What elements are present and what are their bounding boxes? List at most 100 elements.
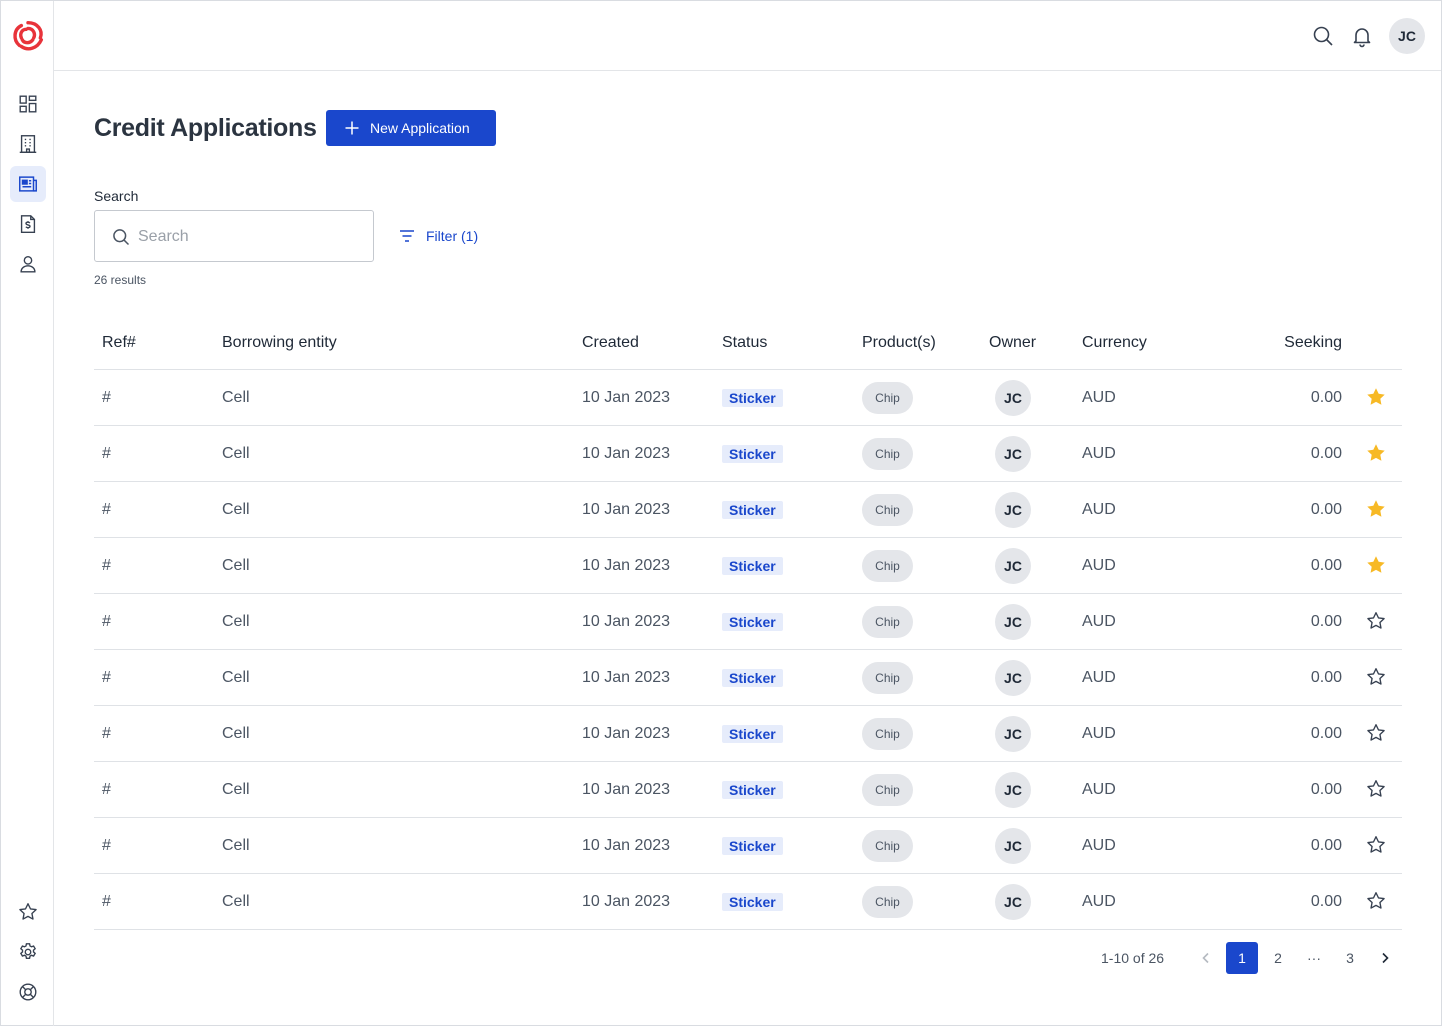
entity-cell: Cell xyxy=(222,557,250,574)
search-field[interactable] xyxy=(94,210,374,262)
ref-cell: # xyxy=(102,781,111,798)
entity-cell: Cell xyxy=(222,389,250,406)
table-row[interactable]: # Cell 10 Jan 2023 Sticker Chip JC AUD 0.00 xyxy=(94,482,1402,538)
plus-icon xyxy=(345,121,359,135)
currency-cell: AUD xyxy=(1082,669,1116,686)
sidebar-item-settings[interactable] xyxy=(10,934,46,970)
column-header[interactable]: Product(s) xyxy=(862,334,936,352)
gear-icon xyxy=(19,943,37,960)
star-outline-icon[interactable] xyxy=(1365,778,1387,800)
currency-cell: AUD xyxy=(1082,501,1116,518)
entity-cell: Cell xyxy=(222,501,250,518)
entity-cell: Cell xyxy=(222,837,250,854)
table-row[interactable]: # Cell 10 Jan 2023 Sticker Chip JC AUD 0.00 xyxy=(94,650,1402,706)
seeking-cell: 0.00 xyxy=(1310,725,1342,742)
product-chip[interactable]: Chip xyxy=(862,774,913,806)
star-outline-icon[interactable] xyxy=(1365,834,1387,856)
pagination: 1-10 of 26 1 2 ··· 3 xyxy=(1101,942,1401,974)
sidebar-item-entities[interactable] xyxy=(10,126,46,162)
invoice-icon xyxy=(20,215,36,233)
page-ellipsis[interactable]: ··· xyxy=(1298,942,1330,974)
pagination-range: 1-10 of 26 xyxy=(1101,950,1165,966)
product-chip[interactable]: Chip xyxy=(862,830,913,862)
created-cell: 10 Jan 2023 xyxy=(582,725,671,742)
sidebar-item-favourites[interactable] xyxy=(10,894,46,930)
product-chip[interactable]: Chip xyxy=(862,718,913,750)
search-input[interactable] xyxy=(138,225,358,249)
new-application-button[interactable]: New Application xyxy=(326,110,496,146)
sidebar-item-help[interactable] xyxy=(10,974,46,1010)
column-header[interactable]: Currency xyxy=(1082,334,1147,352)
column-header[interactable]: Ref# xyxy=(102,334,136,352)
product-chip[interactable]: Chip xyxy=(862,606,913,638)
seeking-cell: 0.00 xyxy=(1310,837,1342,854)
sidebar-item-users[interactable] xyxy=(10,246,46,282)
sidebar-item-invoices[interactable] xyxy=(10,206,46,242)
product-chip[interactable]: Chip xyxy=(862,550,913,582)
star-outline-icon[interactable] xyxy=(1365,890,1387,912)
logo-icon[interactable] xyxy=(9,17,47,55)
table-row[interactable]: # Cell 10 Jan 2023 Sticker Chip JC AUD 0.00 xyxy=(94,762,1402,818)
product-chip[interactable]: Chip xyxy=(862,662,913,694)
seeking-cell: 0.00 xyxy=(1310,893,1342,910)
star-outline-icon[interactable] xyxy=(1365,666,1387,688)
ref-cell: # xyxy=(102,725,111,742)
column-header[interactable]: Owner xyxy=(989,334,1036,352)
table-row[interactable]: # Cell 10 Jan 2023 Sticker Chip JC AUD 0.00 xyxy=(94,706,1402,762)
entity-cell: Cell xyxy=(222,445,250,462)
column-header[interactable]: Seeking xyxy=(1284,334,1342,352)
search-icon xyxy=(113,229,130,246)
table-row[interactable]: # Cell 10 Jan 2023 Sticker Chip JC AUD 0.00 xyxy=(94,874,1402,930)
notification-bell-icon[interactable] xyxy=(1349,23,1375,49)
previous-page-button[interactable] xyxy=(1190,942,1222,974)
status-badge: Sticker xyxy=(722,893,783,911)
star-filled-icon[interactable] xyxy=(1365,386,1387,408)
seeking-cell: 0.00 xyxy=(1310,557,1342,574)
page-button-3[interactable]: 3 xyxy=(1334,942,1366,974)
page-button-2[interactable]: 2 xyxy=(1262,942,1294,974)
next-page-button[interactable] xyxy=(1369,942,1401,974)
user-avatar[interactable]: JC xyxy=(1389,18,1425,54)
column-header[interactable]: Created xyxy=(582,334,639,352)
star-outline-icon[interactable] xyxy=(1365,722,1387,744)
product-chip[interactable]: Chip xyxy=(862,494,913,526)
ref-cell: # xyxy=(102,837,111,854)
dashboard-icon xyxy=(19,95,37,113)
building-icon xyxy=(19,135,37,153)
product-chip[interactable]: Chip xyxy=(862,886,913,918)
ref-cell: # xyxy=(102,557,111,574)
status-badge: Sticker xyxy=(722,389,783,407)
created-cell: 10 Jan 2023 xyxy=(582,557,671,574)
entity-cell: Cell xyxy=(222,669,250,686)
filter-button[interactable]: Filter (1) xyxy=(398,225,478,247)
column-header[interactable]: Status xyxy=(722,334,767,352)
table-row[interactable]: # Cell 10 Jan 2023 Sticker Chip JC AUD 0.00 xyxy=(94,594,1402,650)
star-filled-icon[interactable] xyxy=(1365,554,1387,576)
results-count: 26 results xyxy=(94,273,147,287)
sidebar-item-dashboard[interactable] xyxy=(10,86,46,122)
currency-cell: AUD xyxy=(1082,725,1116,742)
sidebar-item-applications[interactable] xyxy=(10,166,46,202)
user-icon xyxy=(20,255,36,273)
page-button-1[interactable]: 1 xyxy=(1226,942,1258,974)
owner-avatar: JC xyxy=(995,828,1031,864)
chevron-left-icon xyxy=(1202,952,1209,964)
app-frame: JC Credit Applications New Application S… xyxy=(0,0,1442,1026)
product-chip[interactable]: Chip xyxy=(862,438,913,470)
created-cell: 10 Jan 2023 xyxy=(582,389,671,406)
star-filled-icon[interactable] xyxy=(1365,498,1387,520)
column-header[interactable]: Borrowing entity xyxy=(222,334,337,352)
product-chip[interactable]: Chip xyxy=(862,382,913,414)
owner-avatar: JC xyxy=(995,884,1031,920)
star-filled-icon[interactable] xyxy=(1365,442,1387,464)
star-outline-icon[interactable] xyxy=(1365,610,1387,632)
owner-avatar: JC xyxy=(995,492,1031,528)
status-badge: Sticker xyxy=(722,781,783,799)
table-row[interactable]: # Cell 10 Jan 2023 Sticker Chip JC AUD 0.00 xyxy=(94,818,1402,874)
table-row[interactable]: # Cell 10 Jan 2023 Sticker Chip JC AUD 0.00 xyxy=(94,538,1402,594)
table-row[interactable]: # Cell 10 Jan 2023 Sticker Chip JC AUD 0.00 xyxy=(94,426,1402,482)
owner-avatar: JC xyxy=(995,716,1031,752)
table-row[interactable]: # Cell 10 Jan 2023 Sticker Chip JC AUD 0.00 xyxy=(94,370,1402,426)
search-icon[interactable] xyxy=(1310,23,1336,49)
table-body: # Cell 10 Jan 2023 Sticker Chip JC AUD 0.00 # Cel… xyxy=(94,370,1402,930)
